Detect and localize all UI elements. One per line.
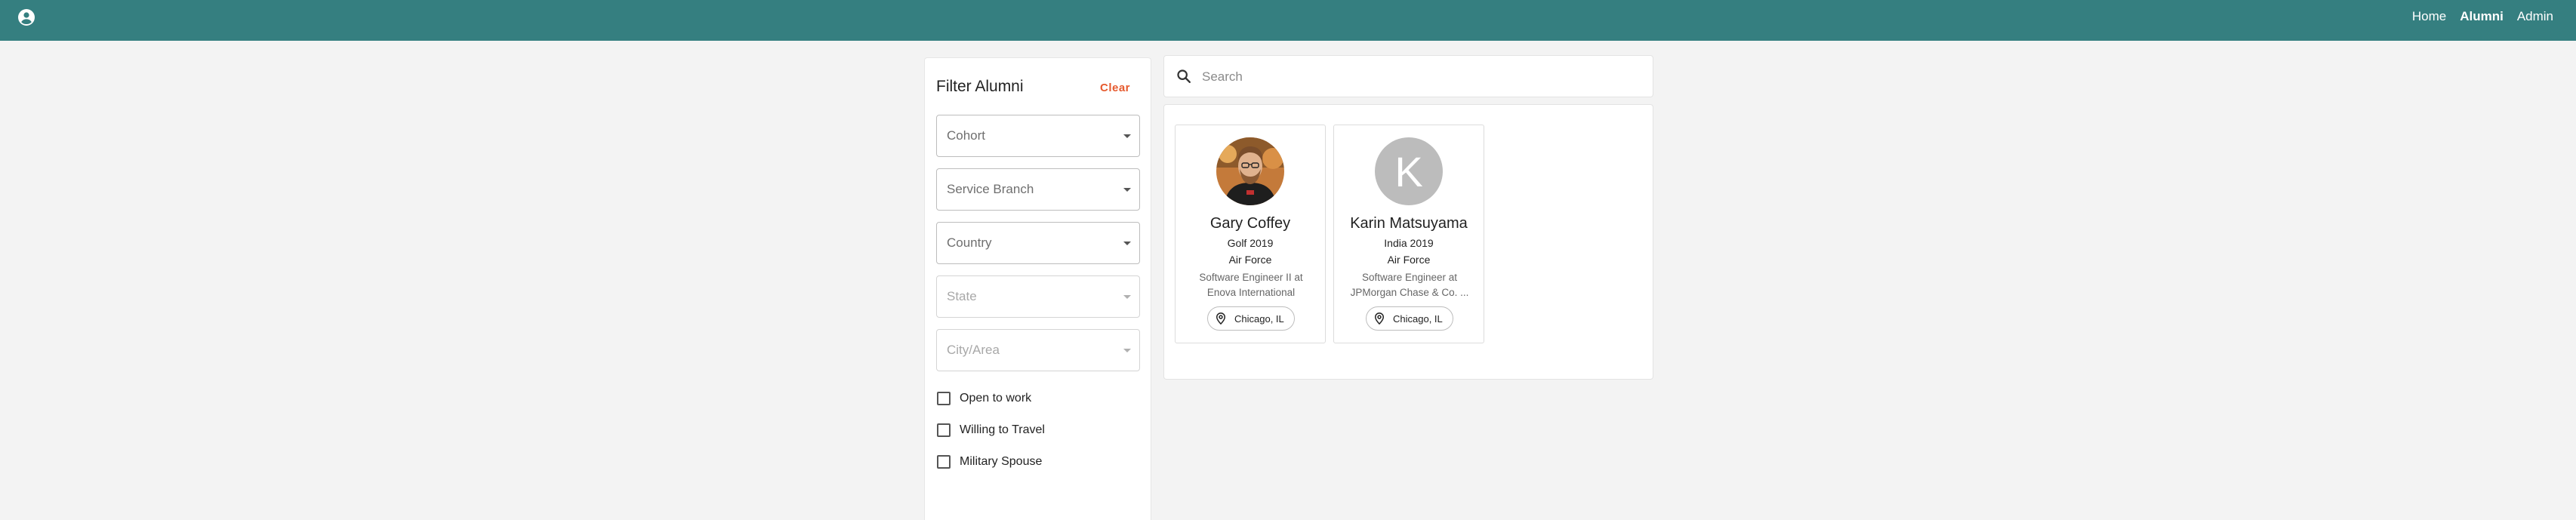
location-chip-label: Chicago, IL: [1234, 312, 1284, 325]
clear-filters-button[interactable]: Clear: [1100, 82, 1130, 94]
open-to-work-checkbox[interactable]: [937, 392, 951, 405]
willing-to-travel-label: Willing to Travel: [960, 423, 1045, 436]
service-branch-select-label: Service Branch: [947, 182, 1034, 196]
willing-to-travel-checkbox[interactable]: [937, 423, 951, 437]
alumni-job-line2: JPMorgan Chase & Co. ...: [1350, 287, 1469, 298]
location-pin-icon: [1374, 312, 1385, 325]
alumni-job: Software Engineer at JPMorgan Chase & Co…: [1345, 270, 1474, 300]
chevron-down-icon: [1123, 242, 1131, 245]
location-pin-icon: [1216, 312, 1226, 325]
top-nav-bar: Home Alumni Admin: [0, 0, 2576, 41]
search-icon: [1177, 69, 1191, 83]
alumni-card[interactable]: K Karin Matsuyama India 2019 Air Force S…: [1333, 125, 1484, 343]
country-select[interactable]: Country: [936, 222, 1140, 264]
search-bar: [1163, 55, 1653, 97]
alumni-name: Gary Coffey: [1209, 215, 1291, 232]
location-chip[interactable]: Chicago, IL: [1366, 306, 1453, 331]
alumni-cohort: India 2019: [1384, 237, 1434, 249]
chevron-down-icon: [1123, 188, 1131, 192]
service-branch-select[interactable]: Service Branch: [936, 168, 1140, 211]
chevron-down-icon: [1123, 295, 1131, 299]
filter-title: Filter Alumni: [936, 78, 1024, 95]
nav-link-admin[interactable]: Admin: [2517, 9, 2553, 24]
alumni-job-line2: Enova International: [1206, 287, 1296, 298]
main-nav: Home Alumni Admin: [2399, 0, 2553, 33]
military-spouse-label: Military Spouse: [960, 455, 1043, 468]
alumni-name: Karin Matsuyama: [1350, 215, 1468, 232]
alumni-job: Software Engineer II at Enova Internatio…: [1186, 270, 1316, 300]
nav-link-alumni[interactable]: Alumni: [2460, 9, 2504, 24]
city-area-select-label: City/Area: [947, 343, 1000, 357]
avatar: [1216, 137, 1284, 205]
location-chip-label: Chicago, IL: [1393, 312, 1443, 325]
alumni-branch: Air Force: [1387, 254, 1431, 266]
account-circle-icon[interactable]: [17, 8, 35, 26]
military-spouse-checkbox-row[interactable]: Military Spouse: [936, 452, 1042, 472]
city-area-select[interactable]: City/Area: [936, 329, 1140, 371]
alumni-job-line1: Software Engineer II at: [1199, 272, 1303, 283]
avatar: K: [1375, 137, 1443, 205]
willing-to-travel-checkbox-row[interactable]: Willing to Travel: [936, 420, 1045, 440]
state-select-label: State: [947, 289, 977, 303]
chevron-down-icon: [1123, 349, 1131, 352]
cohort-select[interactable]: Cohort: [936, 115, 1140, 157]
open-to-work-checkbox-row[interactable]: Open to work: [936, 389, 1031, 408]
military-spouse-checkbox[interactable]: [937, 455, 951, 469]
nav-link-home[interactable]: Home: [2412, 9, 2446, 24]
cohort-select-label: Cohort: [947, 128, 986, 143]
open-to-work-label: Open to work: [960, 392, 1032, 405]
country-select-label: Country: [947, 235, 992, 250]
alumni-cohort: Golf 2019: [1227, 237, 1274, 249]
search-input[interactable]: [1202, 66, 1640, 88]
alumni-job-line1: Software Engineer at: [1361, 272, 1458, 283]
filter-panel: Filter Alumni Clear Cohort Service Branc…: [924, 57, 1151, 520]
state-select[interactable]: State: [936, 275, 1140, 318]
location-chip[interactable]: Chicago, IL: [1207, 306, 1295, 331]
chevron-down-icon: [1123, 134, 1131, 138]
alumni-results: Gary Coffey Golf 2019 Air Force Software…: [1163, 104, 1653, 380]
alumni-card[interactable]: Gary Coffey Golf 2019 Air Force Software…: [1175, 125, 1326, 343]
alumni-branch: Air Force: [1228, 254, 1272, 266]
